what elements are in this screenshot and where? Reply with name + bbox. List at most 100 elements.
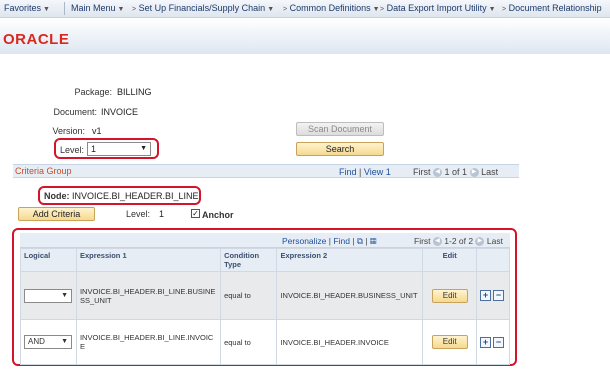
logical-select[interactable]: ▼ bbox=[24, 288, 72, 303]
nav-crumb-document-relationship[interactable]: > Document Relationship bbox=[500, 3, 602, 13]
add-row-icon[interactable]: + bbox=[479, 336, 491, 348]
condition-type-cell: equal to bbox=[220, 319, 278, 365]
column-header-logical: Logical bbox=[20, 248, 77, 272]
column-header-actions bbox=[475, 248, 511, 272]
dropdown-arrow-icon: ▼ bbox=[61, 291, 68, 299]
criteria-pager: First ◀ 1 of 1 ▶ Last bbox=[413, 167, 499, 178]
edit-cell: Edit bbox=[422, 271, 477, 320]
separator: | bbox=[365, 236, 368, 246]
chevron-down-icon: ▼ bbox=[488, 6, 496, 13]
criteria-first-label: First bbox=[413, 167, 431, 177]
logical-cell: ▼ bbox=[20, 271, 77, 320]
logical-select-value: AND bbox=[28, 337, 45, 346]
nav-crumb3-label: Data Export Import Utility bbox=[386, 3, 487, 13]
breadcrumb-separator-icon: > bbox=[502, 6, 507, 13]
chevron-down-icon: ▼ bbox=[117, 6, 125, 13]
nav-main-menu[interactable]: Main Menu ▼ bbox=[71, 3, 124, 13]
level-select[interactable]: 1 ▼ bbox=[87, 142, 151, 156]
node-value: INVOICE.BI_HEADER.BI_LINE bbox=[72, 191, 199, 201]
breadcrumb-separator-icon: > bbox=[283, 6, 288, 13]
nav-crumb4-label: Document Relationship bbox=[508, 3, 602, 13]
criteria-group-bar: Criteria Group Find | View 1 First ◀ 1 o… bbox=[13, 164, 519, 178]
expression-2-cell: INVOICE.BI_HEADER.BUSINESS_UNIT bbox=[276, 271, 424, 320]
row-actions-cell: + − bbox=[475, 319, 511, 365]
add-row-icon[interactable]: + bbox=[479, 290, 491, 301]
criteria-last-label: Last bbox=[481, 167, 499, 177]
version-label: Version: bbox=[52, 126, 85, 136]
table-row: AND ▼ INVOICE.BI_HEADER.BI_LINE.INVOICE … bbox=[20, 319, 511, 365]
grid-range: 1-2 of 2 bbox=[444, 236, 474, 246]
delete-row-icon[interactable]: − bbox=[492, 290, 504, 301]
criteria-level-label: Level: bbox=[126, 209, 151, 219]
edit-button[interactable]: Edit bbox=[431, 335, 468, 349]
nav-favorites[interactable]: Favorites ▼ bbox=[4, 3, 50, 13]
add-criteria-button[interactable]: Add Criteria bbox=[18, 207, 95, 221]
package-value: BILLING bbox=[117, 87, 152, 97]
nav-crumb1-label: Set Up Financials/Supply Chain bbox=[138, 3, 266, 13]
column-header-condition-type: Condition Type bbox=[220, 248, 278, 272]
table-header-row: Logical Expression 1 Condition Type Expr… bbox=[20, 248, 511, 272]
expression-1-cell: INVOICE.BI_HEADER.BI_LINE.BUSINESS_UNIT bbox=[75, 271, 222, 320]
node-label: Node: bbox=[44, 191, 70, 201]
previous-arrow-icon[interactable]: ◀ bbox=[432, 237, 442, 247]
criteria-grid: Personalize | Find | ⧉ | ▦ First ◀ 1-2 o… bbox=[18, 233, 512, 365]
next-arrow-icon[interactable]: ▶ bbox=[469, 168, 479, 178]
chevron-down-icon: ▼ bbox=[267, 6, 275, 13]
version-value: v1 bbox=[92, 126, 102, 136]
scan-document-button[interactable]: Scan Document bbox=[296, 122, 384, 136]
criteria-group-title: Criteria Group bbox=[15, 166, 72, 176]
breadcrumb-separator-icon: > bbox=[380, 6, 385, 13]
level-label: Level: bbox=[60, 145, 85, 155]
document-label: Document: bbox=[53, 107, 97, 117]
nav-crumb2-label: Common Definitions bbox=[289, 3, 371, 13]
separator: | bbox=[359, 167, 362, 177]
breadcrumb-separator-icon: > bbox=[132, 6, 137, 13]
edit-cell: Edit bbox=[422, 319, 477, 365]
column-header-edit: Edit bbox=[422, 248, 477, 272]
page-header: ORACLE bbox=[0, 18, 610, 54]
logical-cell: AND ▼ bbox=[20, 319, 77, 365]
column-header-expression-2: Expression 2 bbox=[276, 248, 424, 272]
criteria-group-nav: Find | View 1 bbox=[339, 167, 391, 177]
chevron-down-icon: ▼ bbox=[43, 6, 50, 13]
expression-2-cell: INVOICE.BI_HEADER.INVOICE bbox=[276, 319, 424, 365]
next-arrow-icon[interactable]: ▶ bbox=[475, 237, 485, 247]
criteria-range: 1 of 1 bbox=[444, 167, 468, 177]
grid-last-label: Last bbox=[486, 236, 503, 246]
separator: | bbox=[352, 236, 355, 246]
previous-arrow-icon[interactable]: ◀ bbox=[433, 168, 443, 178]
personalize-link[interactable]: Personalize bbox=[282, 236, 326, 246]
oracle-logo: ORACLE bbox=[3, 31, 70, 48]
dropdown-arrow-icon: ▼ bbox=[61, 338, 68, 345]
grid-toolbar: Personalize | Find | ⧉ | ▦ First ◀ 1-2 o… bbox=[20, 233, 510, 248]
nav-crumb-common-definitions[interactable]: > Common Definitions ▼ bbox=[281, 3, 380, 13]
nav-crumb-data-export[interactable]: > Data Export Import Utility ▼ bbox=[378, 3, 496, 13]
level-select-value: 1 bbox=[91, 144, 97, 154]
nav-crumb-setup-financials[interactable]: > Set Up Financials/Supply Chain ▼ bbox=[130, 3, 274, 13]
delete-row-icon[interactable]: − bbox=[492, 336, 504, 348]
table-row: ▼ INVOICE.BI_HEADER.BI_LINE.BUSINESS_UNI… bbox=[20, 271, 511, 320]
logical-select[interactable]: AND ▼ bbox=[24, 335, 72, 349]
anchor-label: Anchor bbox=[202, 210, 234, 220]
top-nav-bar: Favorites ▼ Main Menu ▼ > Set Up Financial… bbox=[0, 0, 610, 18]
column-header-expression-1: Expression 1 bbox=[75, 248, 222, 272]
criteria-table: Logical Expression 1 Condition Type Expr… bbox=[20, 248, 511, 365]
document-value: INVOICE bbox=[101, 107, 139, 117]
row-actions-cell: + − bbox=[475, 271, 511, 320]
criteria-view1-link[interactable]: View 1 bbox=[364, 167, 391, 177]
anchor-checkbox[interactable]: ✓ bbox=[191, 209, 200, 218]
package-label: Package: bbox=[74, 87, 112, 97]
criteria-find-link[interactable]: Find bbox=[339, 167, 357, 177]
edit-button[interactable]: Edit bbox=[431, 288, 468, 303]
grid-first-label: First bbox=[414, 236, 431, 246]
condition-type-cell: equal to bbox=[220, 271, 278, 320]
grid-tools: Personalize | Find | ⧉ | ▦ bbox=[282, 236, 376, 247]
nav-main-menu-label: Main Menu bbox=[71, 3, 116, 13]
view-all-icon[interactable]: ⧉ bbox=[357, 236, 363, 246]
dropdown-arrow-icon: ▼ bbox=[140, 145, 147, 152]
grid-pager: First ◀ 1-2 of 2 ▶ Last bbox=[414, 236, 503, 247]
download-grid-icon[interactable]: ▦ bbox=[370, 236, 376, 246]
grid-find-link[interactable]: Find bbox=[333, 236, 350, 246]
criteria-level-value: 1 bbox=[159, 209, 165, 219]
search-button[interactable]: Search bbox=[296, 142, 384, 156]
